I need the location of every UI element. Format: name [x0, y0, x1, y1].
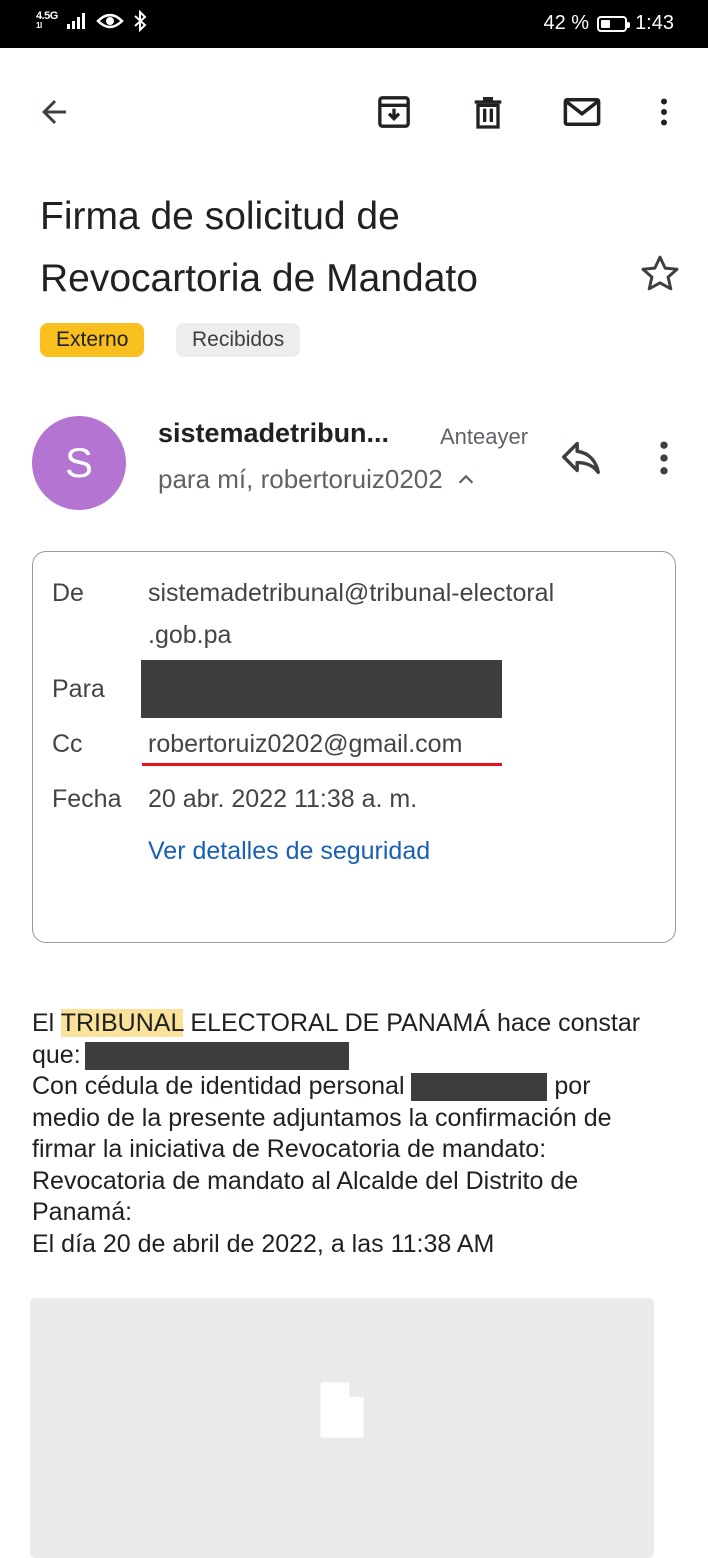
reply-button[interactable]	[558, 434, 606, 482]
battery-level	[601, 19, 611, 28]
archive-icon	[378, 96, 410, 128]
body-line: Revocatoria de mandato al Alcalde del Di…	[32, 1166, 579, 1195]
email-body: El TRIBUNAL ELECTORAL DE PANAMÁ hace con…	[32, 1008, 692, 1260]
received-time: Anteayer	[440, 424, 529, 449]
app-bar	[0, 76, 708, 148]
security-details-link[interactable]: Ver detalles de seguridad	[148, 837, 430, 866]
signal-icon	[66, 13, 85, 29]
arrow-left-icon	[42, 100, 66, 124]
redacted-to-value	[141, 660, 502, 718]
file-icon	[320, 1382, 364, 1438]
status-left: 4.5G 1l	[36, 10, 148, 32]
message-details-panel: De sistemadetribunal@tribunal-electoral …	[32, 551, 676, 943]
more-vert-icon	[661, 98, 667, 126]
bluetooth-icon	[134, 10, 147, 32]
email-subject: Firma de solicitud de Revocartoria de Ma…	[40, 186, 620, 310]
attachment-preview[interactable]	[30, 1298, 654, 1558]
star-icon	[641, 255, 679, 291]
reply-icon	[562, 441, 600, 475]
label-chip-inbox[interactable]: Recibidos	[176, 323, 301, 357]
body-text: Con cédula de identidad personal	[32, 1072, 412, 1100]
archive-button[interactable]	[368, 86, 420, 138]
mark-unread-button[interactable]	[556, 86, 608, 138]
recipients-toggle[interactable]: para mí, robertoruiz0202	[158, 464, 477, 495]
from-label: De	[52, 579, 84, 607]
label-chip-external[interactable]: Externo	[40, 323, 145, 357]
annotation-underline	[142, 763, 502, 766]
subject-line-1: Firma de solicitud de	[40, 195, 400, 238]
more-vert-icon	[660, 441, 668, 475]
date-value: 20 abr. 2022 11:38 a. m.	[148, 785, 418, 813]
status-right: 42 % 1:43	[543, 12, 674, 35]
body-line: El día 20 de abril de 2022, a las 11:38 …	[32, 1229, 495, 1258]
from-value-line-1: sistemadetribunal@tribunal-electoral	[148, 579, 555, 607]
from-value-line-2: .gob.pa	[148, 621, 232, 649]
body-line: firmar la iniciativa de Revocatoria de m…	[32, 1135, 547, 1163]
body-text: ELECTORAL DE PANAMÁ hace constar	[183, 1009, 641, 1037]
mail-icon	[563, 98, 601, 126]
body-line: medio de la presente adjuntamos la confi…	[32, 1103, 612, 1132]
status-bar: 4.5G 1l 42 % 1:43	[0, 0, 708, 48]
cc-label: Cc	[52, 730, 83, 758]
body-line: Panamá:	[32, 1198, 133, 1226]
battery-percent: 42 %	[543, 12, 590, 34]
body-line: Con cédula de identidad personal por	[32, 1071, 692, 1103]
back-button[interactable]	[28, 86, 80, 138]
clock: 1:43	[635, 12, 674, 34]
body-line: que:	[32, 1040, 692, 1072]
body-line: El TRIBUNAL ELECTORAL DE PANAMÁ hace con…	[32, 1008, 692, 1040]
network-type: 4.5G	[36, 10, 58, 22]
body-text: por	[547, 1072, 591, 1100]
delete-button[interactable]	[462, 86, 514, 138]
network-indicator: 4.5G 1l	[36, 11, 58, 31]
date-label: Fecha	[52, 785, 122, 813]
trash-icon	[474, 97, 502, 129]
chevron-up-icon	[458, 474, 473, 484]
highlighted-word: TRIBUNAL	[60, 1009, 184, 1037]
subject-line-2: Revocartoria de Mandato	[40, 257, 478, 300]
star-button[interactable]	[638, 252, 682, 296]
network-sub: 1l	[36, 21, 42, 30]
redacted-name	[84, 1041, 349, 1070]
to-label: Para	[52, 675, 105, 703]
body-text: que:	[32, 1040, 81, 1069]
body-text: El	[32, 1009, 61, 1037]
sender-name: sistemadetribun...	[158, 418, 390, 448]
recipients-text: para mí, robertoruiz0202	[158, 464, 443, 494]
avatar[interactable]: S	[32, 416, 126, 510]
cc-value: robertoruiz0202@gmail.com	[148, 730, 463, 758]
redacted-id	[411, 1073, 548, 1102]
message-more-button[interactable]	[642, 434, 686, 482]
eye-icon	[96, 13, 124, 29]
battery-icon	[597, 15, 631, 32]
more-options-button[interactable]	[638, 86, 690, 138]
